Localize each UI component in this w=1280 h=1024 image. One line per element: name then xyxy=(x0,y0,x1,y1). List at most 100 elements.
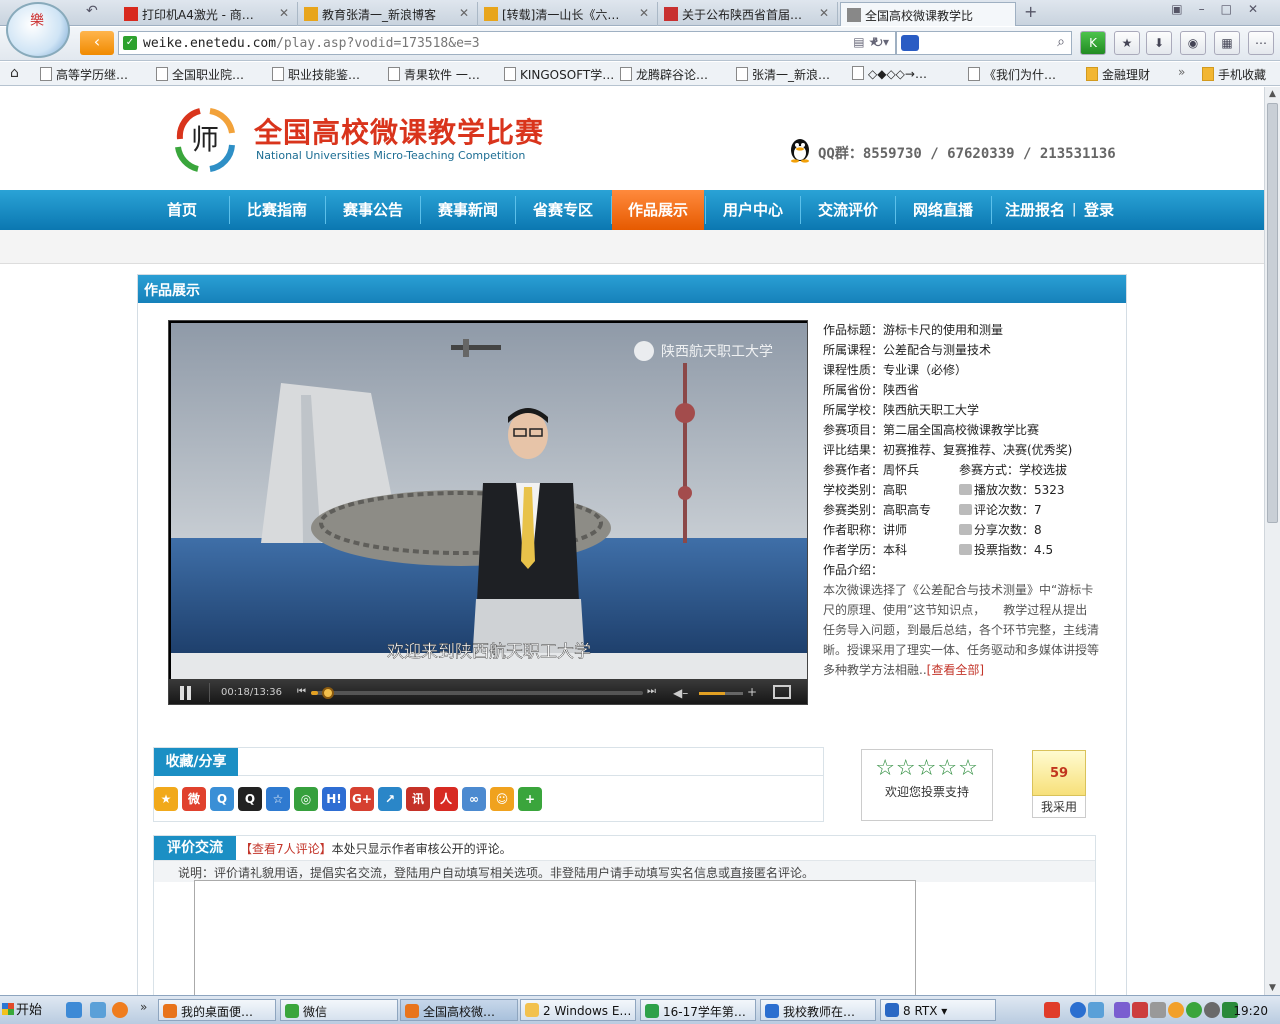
scroll-up-icon[interactable]: ▲ xyxy=(1269,89,1276,99)
next-icon[interactable]: ⏭ xyxy=(647,686,656,697)
weibo-icon[interactable]: 微 xyxy=(182,787,206,811)
bookmark-item[interactable]: 青果软件 一… xyxy=(388,66,480,83)
bookmark-item[interactable]: ◇◆◇◇→… xyxy=(852,66,927,81)
home-icon[interactable]: ⌂ xyxy=(10,65,19,81)
url-field[interactable]: ✓ weike.enetedu.com/play.asp?vodid=17351… xyxy=(118,31,896,55)
taskbar-task[interactable]: 全国高校微… xyxy=(400,999,518,1021)
bookmarks-more[interactable]: » xyxy=(1178,65,1185,79)
volume-icon[interactable]: ◀– xyxy=(673,686,688,700)
taskbar-task[interactable]: 8 RTX ▾ xyxy=(880,999,996,1021)
desktop-quicklaunch-icon[interactable] xyxy=(90,1002,106,1018)
nav-item[interactable]: 赛事新闻 xyxy=(421,190,515,230)
bookmark-star-icon[interactable]: ☆ xyxy=(266,787,290,811)
prev-icon[interactable]: ⏮ xyxy=(297,686,306,697)
hexun-icon[interactable]: H! xyxy=(322,787,346,811)
browser-logo-icon[interactable]: 樂 xyxy=(6,2,70,58)
tray-shield-icon[interactable] xyxy=(1114,1002,1130,1018)
browser-quicklaunch-icon[interactable] xyxy=(112,1002,128,1018)
tray-sound-icon[interactable] xyxy=(1204,1002,1220,1018)
nav-register[interactable]: 注册报名 xyxy=(1002,190,1068,230)
taskbar-task[interactable]: 2 Windows E… ▾ xyxy=(520,999,636,1021)
quicklaunch-more[interactable]: » xyxy=(140,1000,147,1014)
nav-item[interactable]: 首页 xyxy=(146,190,218,230)
volume-slider[interactable] xyxy=(699,692,743,695)
favorite-icon[interactable]: ★ xyxy=(154,787,178,811)
google-plus-icon[interactable]: G+ xyxy=(350,787,374,811)
view-comments-link[interactable]: 【查看7人评论】 xyxy=(240,842,332,856)
tab-close-icon[interactable]: ✕ xyxy=(459,6,469,20)
search-input[interactable]: ⌕ xyxy=(896,31,1072,55)
tray-network-icon[interactable] xyxy=(1070,1002,1086,1018)
video-frame[interactable]: 陕西航天职工大学 欢迎来到陕西航天职工大学 xyxy=(171,323,807,679)
taskbar-task[interactable]: 16-17学年第… xyxy=(640,999,756,1021)
taskbar-task[interactable]: 我校教师在… xyxy=(760,999,876,1021)
adopt-panel[interactable]: 59 我采用 xyxy=(1032,750,1086,820)
volume-up-icon[interactable]: + xyxy=(747,685,757,699)
comment-textarea[interactable] xyxy=(194,880,916,995)
undo-close-tab-icon[interactable]: ↶ xyxy=(86,3,106,23)
share-arrow-icon[interactable]: ↗ xyxy=(378,787,402,811)
tray-security-icon[interactable] xyxy=(1168,1002,1184,1018)
tab-close-icon[interactable]: ✕ xyxy=(279,6,289,20)
back-button[interactable]: ‹ xyxy=(80,31,114,55)
tab-close-icon[interactable]: ✕ xyxy=(639,6,649,20)
kaixin-icon[interactable]: ∞ xyxy=(462,787,486,811)
nav-item[interactable]: 用户中心 xyxy=(706,190,800,230)
tray-app-icon[interactable] xyxy=(1044,1002,1060,1018)
progress-track[interactable] xyxy=(311,687,643,699)
bookmark-item[interactable]: KINGOSOFT学… xyxy=(504,66,614,83)
taskbar-task[interactable]: 微信 xyxy=(280,999,398,1021)
pause-icon[interactable] xyxy=(179,686,193,700)
search-icon[interactable]: ⌕ xyxy=(1057,34,1065,50)
browser-tab[interactable]: [转载]清一山长《六… ✕ xyxy=(478,2,658,26)
browser-tab[interactable]: 全国高校微课教学比 xyxy=(840,2,1016,26)
chrome-icon[interactable]: ◎ xyxy=(294,787,318,811)
new-tab-button[interactable]: + xyxy=(1024,2,1037,21)
bookmark-item[interactable]: 高等学历继… xyxy=(40,66,128,83)
smile-icon[interactable]: ☺ xyxy=(490,787,514,811)
bookmark-item[interactable]: 《我们为什… xyxy=(968,66,1056,83)
nav-item[interactable]: 比赛指南 xyxy=(230,190,324,230)
nav-item[interactable]: 网络直播 xyxy=(896,190,990,230)
progress-handle[interactable] xyxy=(322,687,335,699)
tab-close-icon[interactable]: ✕ xyxy=(819,6,829,20)
browser-tab[interactable]: 打印机A4激光 - 商… ✕ xyxy=(118,2,298,26)
taskbar-task[interactable]: 我的桌面便… xyxy=(158,999,276,1021)
url-text[interactable]: weike.enetedu.com/play.asp?vodid=173518&… xyxy=(143,36,480,51)
download-button[interactable]: ⬇ xyxy=(1146,31,1172,55)
ie-quicklaunch-icon[interactable] xyxy=(66,1002,82,1018)
extension-k-button[interactable]: K xyxy=(1080,31,1106,55)
bookmark-item[interactable]: 职业技能鉴… xyxy=(272,66,360,83)
browser-tab[interactable]: 教育张清一_新浪博客 ✕ xyxy=(298,2,478,26)
tray-ime-icon[interactable] xyxy=(1132,1002,1148,1018)
reload-icon[interactable]: ↻ xyxy=(872,35,884,51)
bookmark-item[interactable]: 张清一_新浪… xyxy=(736,66,830,83)
tray-keyboard-icon[interactable] xyxy=(1150,1002,1166,1018)
qzone-icon[interactable]: Q xyxy=(210,787,234,811)
scroll-thumb[interactable] xyxy=(1267,103,1278,523)
fullscreen-icon[interactable] xyxy=(773,685,791,699)
nav-item[interactable]: 赛事公告 xyxy=(326,190,420,230)
page-scrollbar[interactable]: ▲ ▼ xyxy=(1264,87,1280,995)
game-button[interactable]: ◉ xyxy=(1180,31,1206,55)
news-icon[interactable]: 讯 xyxy=(406,787,430,811)
nav-item[interactable]: 作品展示 xyxy=(612,190,704,230)
bookmark-item[interactable]: 金融理财 xyxy=(1086,66,1150,83)
renren-icon[interactable]: 人 xyxy=(434,787,458,811)
video-player[interactable]: 陕西航天职工大学 欢迎来到陕西航天职工大学 00:18/13:36 ⏮ ⏭ ◀–… xyxy=(168,320,808,705)
scroll-down-icon[interactable]: ▼ xyxy=(1269,983,1276,993)
bookmark-item[interactable]: 全国职业院… xyxy=(156,66,244,83)
search-engine-icon[interactable] xyxy=(901,35,919,51)
tray-box-icon[interactable] xyxy=(1088,1002,1104,1018)
qq-icon[interactable]: Q xyxy=(238,787,262,811)
view-all-link[interactable]: [查看全部] xyxy=(927,663,984,677)
bookmark-item[interactable]: 龙腾辟谷论… xyxy=(620,66,708,83)
menu-button[interactable]: ⋯ xyxy=(1248,31,1274,55)
nav-login[interactable]: 登录 xyxy=(1082,190,1116,230)
browser-tab[interactable]: 关于公布陕西省首届… ✕ xyxy=(658,2,838,26)
nav-item[interactable]: 省赛专区 xyxy=(516,190,610,230)
favorites-button[interactable]: ★ xyxy=(1114,31,1140,55)
rating-stars[interactable]: ☆☆☆☆☆ xyxy=(862,756,992,781)
start-button[interactable]: 开始 xyxy=(2,999,52,1021)
window-controls[interactable]: ▣–□✕ xyxy=(1171,2,1274,16)
